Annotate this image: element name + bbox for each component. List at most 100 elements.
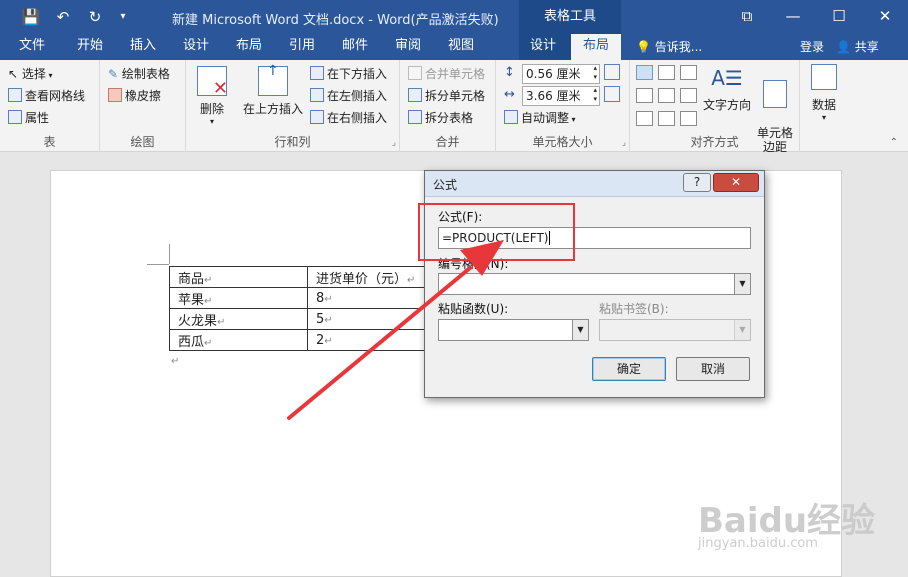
customize-toolbar-icon[interactable]: ▾: [112, 6, 134, 28]
tab-view[interactable]: 视图: [437, 34, 485, 60]
insert-right-button[interactable]: 在右侧插入: [310, 108, 387, 128]
ribbon-display-options-icon[interactable]: ⧉: [724, 0, 770, 34]
tab-home[interactable]: 开始: [66, 34, 114, 60]
maximize-button[interactable]: ☐: [816, 0, 862, 34]
minimize-button[interactable]: —: [770, 0, 816, 34]
distribute-rows-icon[interactable]: [604, 64, 620, 80]
align-middle-right-button[interactable]: [680, 88, 697, 103]
dropdown-arrow-icon[interactable]: ▼: [572, 320, 588, 340]
group-draw: ✎ 绘制表格 橡皮擦 绘图: [100, 60, 186, 152]
properties-button[interactable]: 属性: [8, 108, 49, 128]
align-top-right-button[interactable]: [680, 65, 697, 80]
tab-file[interactable]: 文件: [8, 34, 56, 60]
word-table[interactable]: 商品↵ 进货单价（元）↵ 苹果↵ 8↵ 火龙果↵ 5↵ 西瓜↵ 2↵: [169, 266, 448, 351]
text-direction-icon: A☰: [711, 66, 743, 90]
table-cell[interactable]: 苹果↵: [169, 287, 308, 309]
baidu-watermark: Baidu经验 jingyan.baidu.com: [698, 493, 888, 563]
dropdown-arrow-icon[interactable]: ▼: [734, 274, 750, 294]
select-button[interactable]: ↖ 选择 ▾: [8, 64, 52, 84]
spinner-icon[interactable]: ▴ ▾: [593, 86, 597, 104]
share-button[interactable]: 👤 共享: [836, 36, 894, 58]
group-merge: 合并单元格 拆分单元格 拆分表格 合并: [400, 60, 496, 152]
cancel-button[interactable]: 取消: [676, 357, 750, 381]
eraser-icon: [108, 88, 122, 102]
split-table-button[interactable]: 拆分表格: [408, 108, 473, 128]
tab-layout[interactable]: 布局: [225, 34, 273, 60]
dialog-launcher-icon[interactable]: ⌟: [622, 138, 626, 148]
delete-button[interactable]: ✕ 删除 ▾: [192, 66, 232, 126]
dialog-close-button[interactable]: ✕: [713, 173, 759, 192]
text-direction-label: 文字方向: [702, 98, 751, 112]
align-center-button[interactable]: [658, 88, 675, 103]
row-height-input[interactable]: 0.56 厘米 ▴ ▾: [522, 64, 600, 84]
eraser-button[interactable]: 橡皮擦: [108, 86, 161, 106]
collapse-ribbon-icon[interactable]: ⌃: [890, 137, 898, 148]
insert-left-button[interactable]: 在左侧插入: [310, 86, 387, 106]
chevron-down-icon: ▾: [45, 71, 53, 80]
dialog-launcher-icon[interactable]: ⌟: [392, 138, 396, 148]
align-bottom-left-button[interactable]: [636, 111, 653, 126]
group-alignment: A☰ 文字方向 单元格 边距 对齐方式: [630, 60, 800, 154]
align-middle-left-button[interactable]: [636, 88, 653, 103]
cell-mark: ↵: [324, 314, 333, 326]
pencil-icon: ✎: [108, 67, 119, 81]
paste-function-select[interactable]: ▼: [438, 319, 589, 341]
share-label: 共享: [854, 40, 879, 54]
autofit-button[interactable]: 自动调整 ▾: [504, 108, 576, 128]
view-gridlines-button[interactable]: 查看网格线: [8, 86, 85, 106]
insert-left-icon: [310, 88, 324, 102]
table-cell[interactable]: 商品↵: [169, 266, 308, 288]
help-button[interactable]: ?: [683, 173, 711, 192]
document-title: 新建 Microsoft Word 文档.docx - Word(产品激活失败): [172, 13, 499, 28]
autofit-icon: [504, 110, 518, 124]
tab-mailings[interactable]: 邮件: [331, 34, 379, 60]
lightbulb-icon: 💡: [636, 40, 651, 54]
tell-me-search[interactable]: 💡 告诉我...: [636, 38, 702, 55]
align-bottom-center-button[interactable]: [658, 111, 675, 126]
insert-below-label: 在下方插入: [327, 67, 388, 81]
tab-design[interactable]: 设计: [172, 34, 220, 60]
insert-above-button[interactable]: ↑ 在上方插入: [240, 63, 306, 117]
tab-insert[interactable]: 插入: [119, 34, 167, 60]
draw-table-button[interactable]: ✎ 绘制表格: [108, 64, 170, 84]
table-cell[interactable]: 西瓜↵: [169, 329, 308, 351]
table-row: 火龙果↵ 5↵: [169, 308, 448, 330]
sign-in-link[interactable]: 登录: [800, 38, 824, 55]
cell-text: 火龙果: [178, 313, 218, 329]
align-bottom-right-button[interactable]: [680, 111, 697, 126]
align-top-center-button[interactable]: [658, 65, 675, 80]
column-width-icon: ↔: [504, 87, 515, 102]
text-direction-button[interactable]: A☰ 文字方向: [702, 64, 752, 113]
insert-below-button[interactable]: 在下方插入: [310, 64, 387, 84]
tab-table-design[interactable]: 设计: [520, 34, 566, 60]
table-row: 苹果↵ 8↵: [169, 287, 448, 309]
data-button[interactable]: 数据 ▾: [804, 64, 844, 122]
ok-button[interactable]: 确定: [592, 357, 666, 381]
table-row: 商品↵ 进货单价（元）↵: [169, 266, 448, 288]
merge-cells-button[interactable]: 合并单元格: [408, 64, 485, 84]
data-label: 数据: [811, 98, 836, 112]
undo-icon[interactable]: ↶: [52, 6, 74, 28]
number-format-select[interactable]: ▼: [438, 273, 751, 295]
save-icon[interactable]: 💾: [20, 6, 42, 28]
split-cells-button[interactable]: 拆分单元格: [408, 86, 485, 106]
tab-references[interactable]: 引用: [278, 34, 326, 60]
ribbon-tabs: 文件 开始 插入 设计 布局 引用 邮件 审阅 视图 设计 布局 💡 告诉我..…: [0, 34, 908, 60]
redo-icon[interactable]: ↻: [84, 6, 106, 28]
tab-table-layout[interactable]: 布局: [571, 34, 621, 60]
group-data: 数据 ▾: [800, 60, 848, 152]
group-label: 绘图: [130, 135, 155, 149]
split-cells-icon: [408, 88, 422, 102]
align-top-left-button[interactable]: [636, 65, 653, 80]
column-width-input[interactable]: 3.66 厘米 ▴ ▾: [522, 86, 600, 106]
dialog-title-bar: 公式 ? ✕: [425, 171, 764, 197]
insert-left-label: 在左侧插入: [327, 89, 388, 103]
group-label: 合并: [435, 135, 460, 149]
tab-review[interactable]: 审阅: [384, 34, 432, 60]
person-icon: 👤: [836, 40, 851, 54]
close-button[interactable]: ✕: [862, 0, 908, 34]
table-cell[interactable]: 火龙果↵: [169, 308, 308, 330]
group-label: 单元格大小: [532, 135, 593, 149]
spinner-icon[interactable]: ▴ ▾: [593, 64, 597, 82]
distribute-columns-icon[interactable]: [604, 86, 620, 102]
